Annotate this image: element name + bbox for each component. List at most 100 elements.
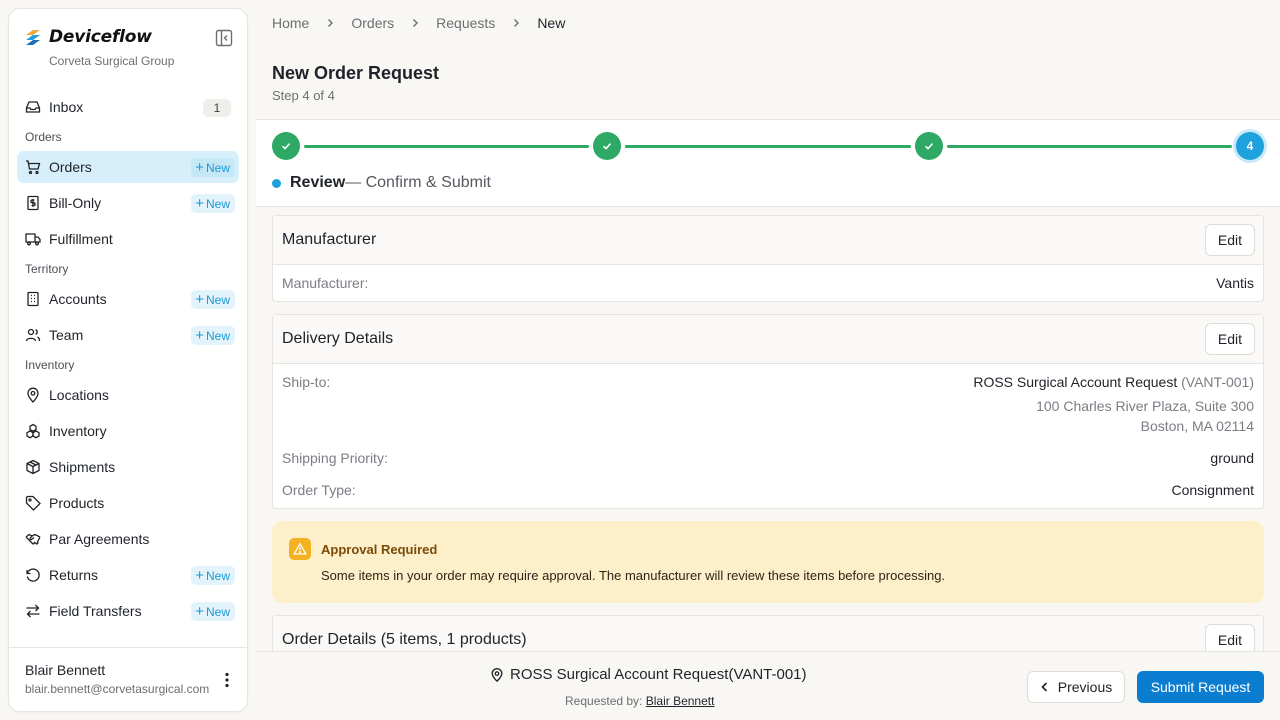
step-4-current[interactable]: 4 [1236,132,1264,160]
sidebar-item-orders[interactable]: Orders + New [17,151,239,183]
truck-icon [25,233,41,246]
manufacturer-label: Manufacturer: [282,275,369,291]
deviceflow-logo-icon [26,30,40,45]
step-2-complete[interactable] [593,132,621,160]
ship-to-code: (VANT-001) [1181,374,1254,390]
warning-icon [289,538,311,560]
nav-section-territory: Territory [25,262,69,276]
boxes-icon [26,423,40,439]
chevron-right-icon [413,19,419,27]
sidebar-item-inbox[interactable]: Inbox 1 [17,91,239,123]
order-type-label: Order Type: [282,482,356,498]
new-label: New [205,160,230,175]
new-order-button[interactable]: + New [191,158,235,177]
sidebar-collapse-icon[interactable] [215,29,233,47]
card-title: Delivery Details [282,330,394,347]
edit-manufacturer-button[interactable]: Edit [1204,224,1255,256]
breadcrumb-home[interactable]: Home [272,15,309,31]
alert-title: Approval Required [321,542,438,557]
new-team-button[interactable]: + New [191,326,235,345]
map-pin-check-icon [491,667,503,682]
current-step-title: Review [290,174,346,191]
org-name: Corveta Surgical Group [49,54,175,68]
new-field-transfer-button[interactable]: + New [191,602,235,621]
ship-to-name: ROSS Surgical Account Request [973,374,1178,390]
step-legend: Review — Confirm & Submit [272,174,491,192]
inbox-icon [25,101,41,113]
previous-button[interactable]: Previous [1027,671,1125,703]
previous-label: Previous [1057,679,1113,695]
step-3-complete[interactable] [915,132,943,160]
check-icon [602,143,612,150]
shipping-priority-label: Shipping Priority: [282,450,388,466]
sidebar-item-label: Products [49,495,105,511]
breadcrumb: Home Orders Requests New [272,15,565,31]
step-number: 4 [1246,139,1254,153]
breadcrumb-orders[interactable]: Orders [351,15,394,31]
new-label: New [205,292,230,307]
card-header: Manufacturer Edit [273,216,1263,265]
step-connector [304,145,589,148]
shipping-priority-value: ground [1210,450,1254,466]
sidebar-item-bill-only[interactable]: Bill-Only + New [17,187,239,219]
chevron-left-icon [1041,682,1047,692]
sidebar-item-shipments[interactable]: Shipments [17,451,239,483]
sidebar-item-par-agreements[interactable]: Par Agreements [17,523,239,555]
user-name: Blair Bennett [25,662,106,678]
tag-icon [25,495,41,511]
requested-by-label: Requested by: [565,694,643,708]
edit-delivery-button[interactable]: Edit [1204,323,1255,355]
plus-icon: + [195,195,204,212]
breadcrumb-requests[interactable]: Requests [436,15,495,31]
new-bill-only-button[interactable]: + New [191,194,235,213]
current-step-description: — Confirm & Submit [345,174,491,191]
check-icon [281,143,291,150]
new-return-button[interactable]: + New [191,566,235,585]
sidebar-item-locations[interactable]: Locations [17,379,239,411]
new-account-button[interactable]: + New [191,290,235,309]
sidebar-item-label: Inventory [49,423,107,439]
new-label: New [205,328,230,343]
sidebar-item-label: Team [49,327,84,343]
sidebar-item-label: Field Transfers [49,603,142,619]
step-1-complete[interactable] [272,132,300,160]
user-email: blair.bennett@corvetasurgical.com [25,682,210,696]
chevron-right-icon [514,19,520,27]
sidebar-item-products[interactable]: Products [17,487,239,519]
sidebar-item-field-transfers[interactable]: Field Transfers + New [17,595,239,627]
cart-icon [26,160,41,175]
sidebar-item-label: Orders [49,159,92,175]
arrows-left-right-icon [26,604,40,618]
app-name: Deviceflow [49,27,152,47]
sidebar-nav: Inbox 1 Orders Orders + New Bill-Only + Ne… [17,91,239,631]
check-icon [924,143,934,150]
new-label: New [205,568,230,583]
sidebar-item-label: Par Agreements [49,531,150,547]
more-vertical-icon[interactable] [217,670,237,690]
sidebar-item-accounts[interactable]: Accounts + New [17,283,239,315]
plus-icon: + [195,567,204,584]
sidebar-item-label: Inbox [49,99,84,115]
handshake-icon [25,533,41,545]
plus-icon: + [195,327,204,344]
step-connector [625,145,911,148]
requested-by-link[interactable]: Blair Bennett [646,694,715,708]
card-title: Order Details (5 items, 1 products) [282,631,527,648]
progress-stepper: 4 Review — Confirm & Submit [256,119,1280,207]
building-icon [27,291,39,307]
user-profile[interactable]: Blair Bennett blair.bennett@corvetasurgi… [9,647,247,711]
brand[interactable]: Deviceflow [25,27,152,47]
current-step-dot [272,178,281,188]
footer-account-name: ROSS Surgical Account Request(VANT-001) [510,666,807,683]
sidebar-item-returns[interactable]: Returns + New [17,559,239,591]
card-header: Delivery Details Edit [273,315,1263,364]
sidebar-item-fulfillment[interactable]: Fulfillment [17,223,239,255]
sidebar-item-team[interactable]: Team + New [17,319,239,351]
sidebar-item-label: Accounts [49,291,107,307]
receipt-dollar-icon [27,195,39,211]
nav-section-orders: Orders [25,130,62,144]
new-label: New [205,196,230,211]
sidebar-item-inventory[interactable]: Inventory [17,415,239,447]
submit-request-button[interactable]: Submit Request [1137,671,1264,703]
order-type-value: Consignment [1171,482,1255,498]
